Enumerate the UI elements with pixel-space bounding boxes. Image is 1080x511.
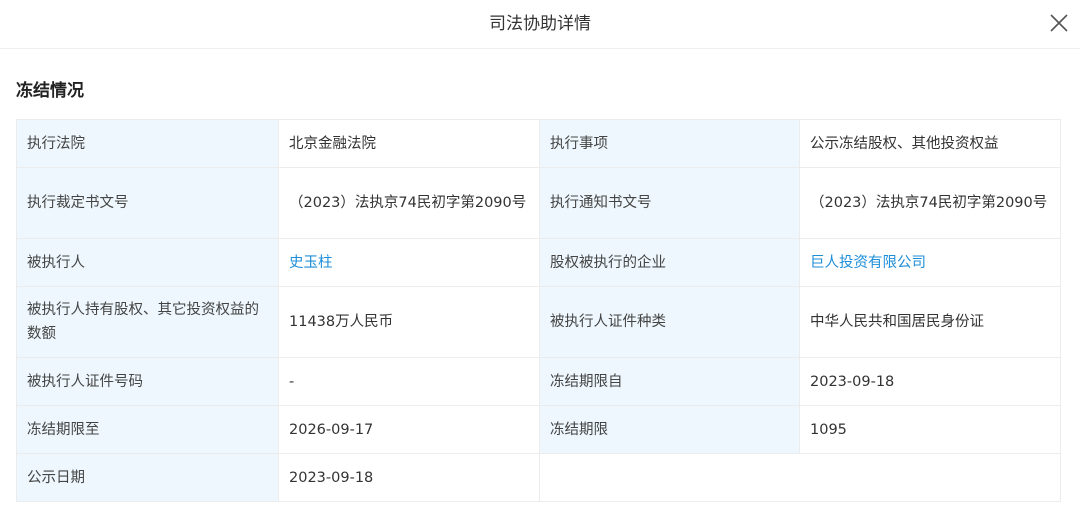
table-row: 被执行人持有股权、其它投资权益的数额 11438万人民币 被执行人证件种类 中华…	[16, 286, 1061, 358]
field-value-cell: 巨人投资有限公司	[799, 238, 1061, 287]
field-label: 公示日期	[16, 453, 279, 502]
freeze-info-table: 执行法院 北京金融法院 执行事项 公示冻结股权、其他投资权益 执行裁定书文号 （…	[16, 119, 1061, 502]
table-row: 执行法院 北京金融法院 执行事项 公示冻结股权、其他投资权益	[16, 119, 1061, 168]
field-value-cell: 史玉柱	[278, 238, 540, 287]
field-label: 被执行人证件号码	[16, 357, 279, 406]
field-value: 1095	[799, 405, 1061, 454]
table-row: 执行裁定书文号 （2023）法执京74民初字第2090号 执行通知书文号 （20…	[16, 167, 1061, 239]
field-value: （2023）法执京74民初字第2090号	[799, 167, 1061, 239]
field-value: （2023）法执京74民初字第2090号	[278, 167, 540, 239]
field-label: 执行事项	[539, 119, 800, 168]
table-row: 被执行人 史玉柱 股权被执行的企业 巨人投资有限公司	[16, 238, 1061, 287]
field-label: 被执行人证件种类	[539, 286, 800, 358]
close-icon[interactable]	[1046, 10, 1072, 36]
field-value: 2023-09-18	[278, 453, 540, 502]
field-value: -	[278, 357, 540, 406]
field-label: 被执行人持有股权、其它投资权益的数额	[16, 286, 279, 358]
empty-cell	[539, 453, 1061, 502]
field-label: 冻结期限至	[16, 405, 279, 454]
field-label: 被执行人	[16, 238, 279, 287]
dialog-header: 司法协助详情	[0, 0, 1080, 49]
table-row: 被执行人证件号码 - 冻结期限自 2023-09-18	[16, 357, 1061, 406]
field-label: 执行通知书文号	[539, 167, 800, 239]
field-value: 中华人民共和国居民身份证	[799, 286, 1061, 358]
field-value: 北京金融法院	[278, 119, 540, 168]
field-label: 冻结期限	[539, 405, 800, 454]
table-row: 公示日期 2023-09-18	[16, 453, 1061, 502]
field-label: 股权被执行的企业	[539, 238, 800, 287]
field-label: 执行裁定书文号	[16, 167, 279, 239]
field-label: 执行法院	[16, 119, 279, 168]
company-link[interactable]: 巨人投资有限公司	[810, 255, 926, 271]
table-row: 冻结期限至 2026-09-17 冻结期限 1095	[16, 405, 1061, 454]
person-link[interactable]: 史玉柱	[289, 255, 333, 271]
field-value: 2026-09-17	[278, 405, 540, 454]
section-title: 冻结情况	[16, 81, 84, 101]
field-label: 冻结期限自	[539, 357, 800, 406]
field-value: 公示冻结股权、其他投资权益	[799, 119, 1061, 168]
field-value: 2023-09-18	[799, 357, 1061, 406]
field-value: 11438万人民币	[278, 286, 540, 358]
dialog-title: 司法协助详情	[489, 14, 591, 34]
